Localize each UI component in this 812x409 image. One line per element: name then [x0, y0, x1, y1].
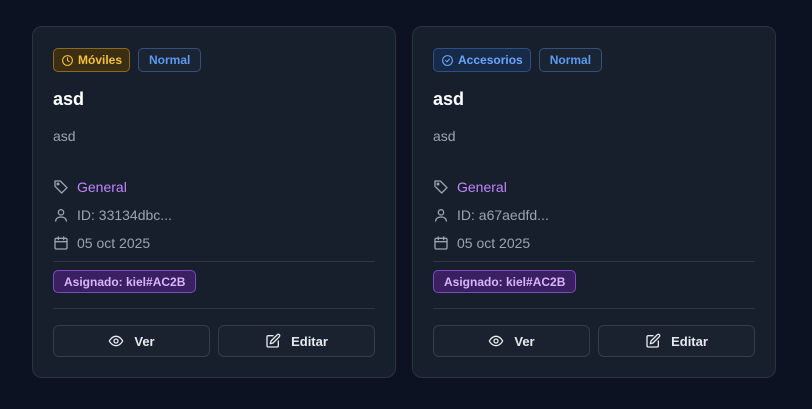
- category-badge: Accesorios: [433, 48, 531, 72]
- category-row: General: [53, 179, 127, 195]
- card-description: asd: [53, 128, 76, 144]
- divider: [53, 261, 375, 262]
- id-label: ID: a67aedfd...: [457, 207, 549, 223]
- category-row: General: [433, 179, 507, 195]
- ticket-card: Accesorios Normal asd asd General ID: a6…: [412, 26, 776, 378]
- id-row: ID: 33134dbc...: [53, 207, 172, 223]
- tag-icon: [434, 180, 448, 194]
- category-label: General: [77, 179, 127, 195]
- edit-button[interactable]: Editar: [598, 325, 755, 357]
- edit-icon: [646, 333, 661, 348]
- assigned-badge: Asignado: kiel#AC2B: [433, 270, 577, 293]
- view-button[interactable]: Ver: [433, 325, 590, 357]
- id-label: ID: 33134dbc...: [77, 207, 172, 223]
- edit-button-label: Editar: [291, 333, 328, 349]
- badge-row: Accesorios Normal: [433, 48, 603, 72]
- view-button-label: Ver: [134, 333, 155, 349]
- edit-icon: [266, 333, 281, 348]
- card-title: asd: [433, 89, 465, 109]
- category-badge: Móviles: [53, 48, 131, 72]
- card-title: asd: [53, 89, 85, 109]
- date-label: 05 oct 2025: [457, 235, 531, 251]
- date-label: 05 oct 2025: [77, 235, 151, 251]
- tag-icon: [54, 180, 68, 194]
- category-badge-label: Móviles: [78, 53, 123, 67]
- assigned-badge: Asignado: kiel#AC2B: [53, 270, 197, 293]
- badge-row: Móviles Normal: [53, 48, 202, 72]
- date-row: 05 oct 2025: [433, 235, 530, 251]
- date-row: 05 oct 2025: [53, 235, 150, 251]
- edit-button-label: Editar: [671, 333, 708, 349]
- id-row: ID: a67aedfd...: [433, 207, 549, 223]
- divider: [433, 261, 755, 262]
- divider: [53, 308, 375, 309]
- view-button-label: Ver: [514, 333, 535, 349]
- divider: [433, 308, 755, 309]
- user-icon: [435, 209, 447, 222]
- priority-badge-label: Normal: [149, 53, 191, 67]
- check-circle-icon: [442, 54, 453, 66]
- priority-badge: Normal: [138, 48, 202, 72]
- priority-badge: Normal: [538, 48, 603, 72]
- eye-icon: [109, 335, 124, 347]
- calendar-icon: [54, 236, 68, 250]
- card-description: asd: [433, 128, 456, 144]
- category-label: General: [457, 179, 507, 195]
- category-badge-label: Accesorios: [458, 53, 523, 67]
- calendar-icon: [434, 236, 448, 250]
- clock-icon: [62, 54, 73, 66]
- user-icon: [55, 209, 67, 222]
- priority-badge-label: Normal: [549, 53, 592, 67]
- eye-icon: [489, 335, 504, 347]
- ticket-card: Móviles Normal asd asd General ID: 33134…: [32, 26, 396, 378]
- edit-button[interactable]: Editar: [218, 325, 375, 357]
- view-button[interactable]: Ver: [53, 325, 210, 357]
